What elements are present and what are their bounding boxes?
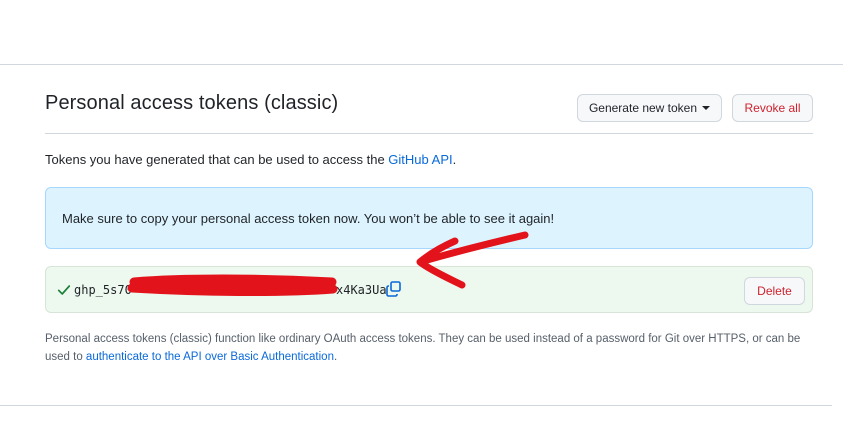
revoke-all-button[interactable]: Revoke all [732,94,813,122]
copy-icon[interactable] [385,280,403,298]
generate-new-token-button[interactable]: Generate new token [577,94,722,122]
generate-new-token-label: Generate new token [588,101,698,115]
caret-down-icon [702,106,711,110]
flash-message: Make sure to copy your personal access t… [62,210,555,226]
copy-token-flash: Make sure to copy your personal access t… [45,187,813,249]
header-divider [45,133,813,134]
intro-prefix: Tokens you have generated that can be us… [45,152,389,167]
page-title: Personal access tokens (classic) [45,92,339,114]
basic-auth-link[interactable]: authenticate to the API over Basic Authe… [86,351,334,363]
intro-suffix: . [452,152,457,167]
github-api-link[interactable]: GitHub API [388,152,452,167]
token-row: ghp_5s70 x4Ka3Ua Delete [45,266,813,313]
footnote: Personal access tokens (classic) functio… [45,330,820,366]
delete-token-button[interactable]: Delete [744,277,805,305]
check-icon [57,285,71,295]
token-value-prefix[interactable]: ghp_5s70 [74,283,132,297]
page: Personal access tokens (classic) Generat… [0,0,843,422]
top-divider [0,64,843,65]
intro-text: Tokens you have generated that can be us… [45,152,456,167]
bottom-divider [0,405,832,406]
token-value-suffix[interactable]: x4Ka3Ua [336,283,387,297]
footnote-suffix: . [333,351,338,363]
